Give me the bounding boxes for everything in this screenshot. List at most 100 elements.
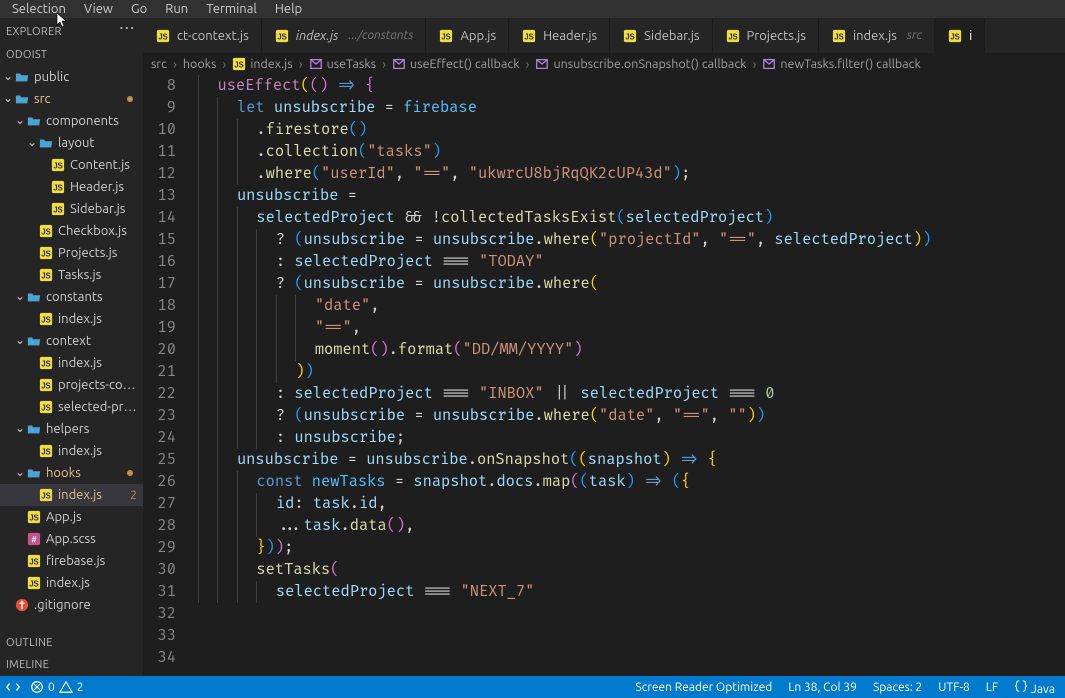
editor-tab-sidebar-js[interactable]: JSSidebar.js: [610, 18, 712, 53]
screen-reader-status[interactable]: Screen Reader Optimized: [635, 681, 772, 694]
breadcrumb-item[interactable]: newTasks.filter() callback: [762, 57, 920, 71]
chevron-icon: ⌄: [14, 422, 26, 434]
breadcrumb-item[interactable]: JSindex.js: [232, 57, 292, 71]
breadcrumb-item[interactable]: hooks: [183, 57, 217, 71]
language-mode[interactable]: Java: [1014, 679, 1055, 696]
svg-text:JS: JS: [41, 360, 51, 369]
indentation-status[interactable]: Spaces: 2: [873, 681, 922, 694]
chevron-icon: [2, 598, 14, 610]
menu-item-view[interactable]: View: [76, 1, 121, 17]
tree-item-tasks-js[interactable]: JSTasks.js: [0, 264, 143, 286]
tree-item-selected-proje-[interactable]: JSselected-proje…: [0, 396, 143, 418]
tree-item-sidebar-js[interactable]: JSSidebar.js: [0, 198, 143, 220]
menu-item-help[interactable]: Help: [267, 1, 310, 17]
folder-open-icon: [26, 333, 42, 349]
encoding-status[interactable]: UTF-8: [938, 681, 969, 694]
chevron-right-icon: ›: [297, 56, 305, 72]
js-icon: JS: [38, 223, 54, 239]
tree-item-label: firebase.js: [46, 554, 105, 568]
code-editor[interactable]: 8910111213141516171819202122232425262728…: [143, 75, 1065, 676]
remote-button[interactable]: [6, 680, 20, 694]
editor-tab-app-js[interactable]: JSApp.js: [426, 18, 509, 53]
tree-item-checkbox-js[interactable]: JSCheckbox.js: [0, 220, 143, 242]
explorer-title: EXPLORER ⋯: [0, 18, 143, 44]
tree-item-index-js[interactable]: JSindex.js: [0, 572, 143, 594]
tree-item-index-js[interactable]: JSindex.js2: [0, 484, 143, 506]
tree-item-context[interactable]: ⌄context: [0, 330, 143, 352]
editor-tab-i[interactable]: JSi: [935, 18, 985, 53]
eol-status[interactable]: LF: [986, 681, 998, 694]
method-icon: [309, 57, 323, 71]
breadcrumb-item[interactable]: useTasks: [309, 57, 377, 71]
js-icon: JS: [50, 201, 66, 217]
menu-item-run[interactable]: Run: [157, 1, 196, 17]
js-icon: JS: [38, 245, 54, 261]
tree-item-firebase-js[interactable]: JS firebase.js: [0, 550, 143, 572]
tree-item-helpers[interactable]: ⌄ helpers: [0, 418, 143, 440]
breadcrumb-label: useTasks: [327, 57, 377, 71]
js-icon: JS: [26, 509, 42, 525]
tree-item-app-scss[interactable]: #App.scss: [0, 528, 143, 550]
chevron-icon: [26, 224, 38, 236]
chevron-right-icon: ›: [524, 56, 532, 72]
editor-tab-projects-js[interactable]: JSProjects.js: [713, 18, 819, 53]
tab-filename: Header.js: [543, 29, 597, 43]
menu-item-selection[interactable]: Selection: [4, 1, 74, 17]
tree-item-label: index.js: [58, 488, 102, 502]
chevron-icon: ⌄: [14, 114, 26, 126]
tree-item-projects-conte-[interactable]: JSprojects-conte…: [0, 374, 143, 396]
editor-tab-index-js[interactable]: JSindex.js.../constants: [262, 18, 427, 53]
js-icon: JS: [38, 377, 54, 393]
tab-filename: ct-context.js: [177, 29, 249, 43]
tree-item-layout[interactable]: ⌄layout: [0, 132, 143, 154]
js-icon: JS: [50, 179, 66, 195]
chevron-icon: ⌄: [26, 136, 38, 148]
js-icon: JS: [38, 355, 54, 371]
code-content[interactable]: useEffect(() => { let unsubscribe = fire…: [198, 75, 1065, 676]
tree-item-constants[interactable]: ⌄constants: [0, 286, 143, 308]
js-icon: JS: [155, 28, 171, 44]
editor-tab-index-js[interactable]: JSindex.jssrc: [819, 18, 935, 53]
js-icon: JS: [26, 553, 42, 569]
chevron-icon: ⌄: [2, 92, 14, 104]
tab-filename: Sidebar.js: [644, 29, 699, 43]
breadcrumb-item[interactable]: useEffect() callback: [392, 57, 520, 71]
breadcrumbs[interactable]: src›hooks›JSindex.js›useTasks›useEffect(…: [143, 53, 1065, 75]
tree-item-index-js[interactable]: JS index.js: [0, 308, 143, 330]
svg-text:JS: JS: [41, 316, 51, 325]
tree-item-label: helpers: [46, 422, 89, 436]
tree-item-label: index.js: [58, 356, 102, 370]
editor-tab-ct-context-js[interactable]: JS ct-context.js: [143, 18, 262, 53]
timeline-title[interactable]: IMELINE: [0, 654, 143, 676]
cursor-position[interactable]: Ln 38, Col 39: [788, 681, 857, 694]
explorer-sidebar: EXPLORER ⋯ ODOIST ⌄public⌄src⌄components…: [0, 18, 143, 676]
tree-item-index-js[interactable]: JSindex.js: [0, 440, 143, 462]
more-icon[interactable]: ⋯: [119, 22, 135, 34]
chevron-right-icon: ›: [750, 56, 758, 72]
chevron-right-icon: ›: [220, 56, 228, 72]
tree-item-hooks[interactable]: ⌄hooks: [0, 462, 143, 484]
chevron-icon: [14, 532, 26, 544]
outline-title[interactable]: OUTLINE: [0, 632, 143, 654]
project-title[interactable]: ODOIST: [0, 44, 143, 66]
tree-item-app-js[interactable]: JSApp.js: [0, 506, 143, 528]
tree-item-content-js[interactable]: JSContent.js: [0, 154, 143, 176]
tree-item-components[interactable]: ⌄components: [0, 110, 143, 132]
tree-item-src[interactable]: ⌄src: [0, 88, 143, 110]
tree-item-label: index.js: [58, 312, 102, 326]
menu-item-go[interactable]: Go: [123, 1, 155, 17]
menu-item-terminal[interactable]: Terminal: [198, 1, 265, 17]
tree-item--gitignore[interactable]: .gitignore: [0, 594, 143, 616]
tree-item-public[interactable]: ⌄public: [0, 66, 143, 88]
chevron-icon: [26, 356, 38, 368]
folder-open-icon: [14, 69, 30, 85]
svg-text:JS: JS: [41, 228, 51, 237]
breadcrumb-item[interactable]: unsubscribe.onSnapshot() callback: [535, 57, 746, 71]
problems-button[interactable]: 0 2: [30, 680, 84, 694]
breadcrumb-item[interactable]: src: [151, 57, 167, 71]
js-icon: JS: [38, 267, 54, 283]
editor-tab-header-js[interactable]: JSHeader.js: [509, 18, 610, 53]
tree-item-header-js[interactable]: JSHeader.js: [0, 176, 143, 198]
tree-item-index-js[interactable]: JS index.js: [0, 352, 143, 374]
tree-item-projects-js[interactable]: JSProjects.js: [0, 242, 143, 264]
